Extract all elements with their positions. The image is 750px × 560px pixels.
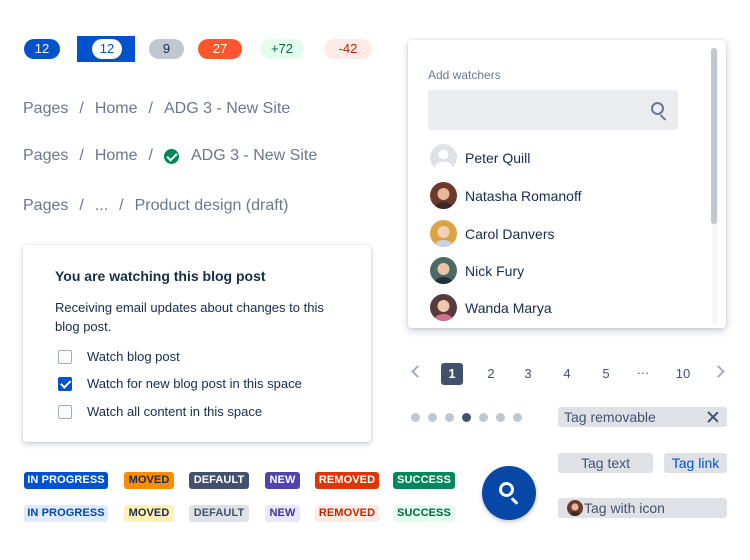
breadcrumb-item[interactable]: Home bbox=[95, 147, 138, 165]
tag-removable: Tag removable bbox=[558, 407, 727, 427]
breadcrumb: Pages / Home / ADG 3 - New Site bbox=[23, 147, 317, 165]
watcher-name: Nick Fury bbox=[465, 262, 525, 279]
watch-option-all-content[interactable]: Watch all content in this space bbox=[58, 404, 262, 419]
badge-default: 9 bbox=[149, 39, 184, 59]
progress-dot[interactable] bbox=[411, 413, 420, 422]
avatar bbox=[430, 257, 457, 284]
checkbox-checked[interactable] bbox=[58, 376, 72, 391]
breadcrumb-separator: / bbox=[79, 197, 84, 214]
breadcrumb-separator: / bbox=[79, 100, 84, 117]
tag-text: Tag text bbox=[558, 453, 653, 473]
watch-option-blog-post[interactable]: Watch blog post bbox=[58, 349, 180, 364]
breadcrumb-item[interactable]: Product design (draft) bbox=[135, 197, 289, 215]
breadcrumb-separator: / bbox=[79, 147, 84, 164]
search-icon bbox=[651, 102, 664, 115]
tag-link[interactable]: Tag link bbox=[664, 453, 727, 473]
lozenge-success: SUCCESS bbox=[393, 472, 455, 489]
badge-removed: -42 bbox=[324, 39, 372, 59]
page-3[interactable]: 3 bbox=[517, 363, 539, 385]
page-ellipsis: … bbox=[636, 362, 650, 377]
watchers-panel: Add watchers Peter Quill Natasha Romanof… bbox=[408, 40, 726, 328]
progress-dot[interactable] bbox=[479, 413, 488, 422]
badge-primary: 12 bbox=[24, 39, 60, 59]
watcher-name: Carol Danvers bbox=[465, 225, 555, 242]
watch-option-new-blog-posts[interactable]: Watch for new blog post in this space bbox=[58, 376, 302, 391]
progress-dot[interactable] bbox=[513, 413, 522, 422]
checkbox[interactable] bbox=[58, 349, 72, 364]
watcher-name: Wanda Marya bbox=[465, 299, 552, 316]
watch-card: You are watching this blog post Receivin… bbox=[23, 245, 371, 442]
watcher-name: Natasha Romanoff bbox=[465, 187, 582, 204]
lozenge-new-subtle: NEW bbox=[265, 505, 300, 522]
lozenge-default: DEFAULT bbox=[189, 472, 249, 489]
lozenge-in-progress: IN PROGRESS bbox=[24, 472, 108, 489]
lozenge-moved: MOVED bbox=[124, 472, 174, 489]
scrollbar-thumb[interactable] bbox=[711, 48, 717, 224]
breadcrumb: Pages / ... / Product design (draft) bbox=[23, 197, 288, 215]
progress-dot[interactable] bbox=[496, 413, 505, 422]
avatar-placeholder bbox=[430, 144, 457, 171]
tag-label: Tag with icon bbox=[584, 500, 665, 516]
checkbox[interactable] bbox=[58, 404, 72, 419]
check-circle-icon bbox=[163, 148, 179, 164]
breadcrumb-item[interactable]: Pages bbox=[23, 197, 68, 215]
lozenge-new: NEW bbox=[265, 472, 300, 489]
checkbox-label: Watch for new blog post in this space bbox=[87, 376, 302, 391]
badge-selected: 12 bbox=[92, 39, 122, 59]
avatar bbox=[567, 500, 583, 516]
watcher-name: Peter Quill bbox=[465, 149, 531, 166]
watchers-search-input[interactable] bbox=[428, 90, 678, 130]
page-4[interactable]: 4 bbox=[556, 363, 578, 385]
close-icon[interactable] bbox=[707, 411, 719, 423]
progress-dot-active[interactable] bbox=[462, 413, 471, 422]
page-2[interactable]: 2 bbox=[480, 363, 502, 385]
avatar bbox=[430, 294, 457, 321]
checkbox-label: Watch blog post bbox=[87, 349, 180, 364]
lozenge-removed-subtle: REMOVED bbox=[315, 505, 379, 522]
badge-important: 27 bbox=[198, 39, 242, 59]
avatar bbox=[430, 182, 457, 209]
page-10[interactable]: 10 bbox=[671, 363, 695, 385]
watch-card-title: You are watching this blog post bbox=[55, 268, 266, 284]
chevron-right-icon[interactable] bbox=[712, 365, 725, 378]
lozenge-success-subtle: SUCCESS bbox=[393, 505, 455, 522]
watcher-item[interactable]: Natasha Romanoff bbox=[430, 182, 581, 209]
avatar bbox=[430, 220, 457, 247]
lozenge-in-progress-subtle: IN PROGRESS bbox=[24, 505, 108, 522]
watcher-item[interactable]: Carol Danvers bbox=[430, 220, 554, 247]
breadcrumb-item[interactable]: Pages bbox=[23, 147, 68, 165]
tag-label: Tag removable bbox=[564, 409, 656, 425]
watchers-title: Add watchers bbox=[428, 68, 501, 82]
breadcrumb-ellipsis[interactable]: ... bbox=[95, 197, 108, 215]
breadcrumb-separator: / bbox=[119, 197, 124, 214]
lozenge-removed: REMOVED bbox=[315, 472, 379, 489]
chevron-left-icon[interactable] bbox=[411, 365, 424, 378]
watcher-item[interactable]: Nick Fury bbox=[430, 257, 524, 284]
breadcrumb-separator: / bbox=[148, 147, 153, 164]
search-button[interactable] bbox=[482, 466, 536, 520]
tag-with-icon: Tag with icon bbox=[558, 498, 727, 518]
watcher-item[interactable]: Wanda Marya bbox=[430, 294, 552, 321]
watch-card-description: Receiving email updates about changes to… bbox=[55, 300, 324, 334]
lozenge-default-subtle: DEFAULT bbox=[189, 505, 249, 522]
search-icon bbox=[499, 482, 514, 497]
checkbox-label: Watch all content in this space bbox=[87, 404, 263, 419]
breadcrumb: Pages / Home / ADG 3 - New Site bbox=[23, 100, 290, 118]
badge-added: +72 bbox=[260, 39, 304, 59]
breadcrumb-item[interactable]: ADG 3 - New Site bbox=[164, 100, 290, 118]
lozenge-moved-subtle: MOVED bbox=[124, 505, 174, 522]
watcher-item[interactable]: Peter Quill bbox=[430, 144, 530, 171]
breadcrumb-separator: / bbox=[148, 100, 153, 117]
breadcrumb-item[interactable]: Pages bbox=[23, 100, 68, 118]
breadcrumb-item[interactable]: Home bbox=[95, 100, 138, 118]
progress-dot[interactable] bbox=[445, 413, 454, 422]
page-1[interactable]: 1 bbox=[441, 363, 463, 385]
page-5[interactable]: 5 bbox=[595, 363, 617, 385]
progress-dot[interactable] bbox=[428, 413, 437, 422]
breadcrumb-item[interactable]: ADG 3 - New Site bbox=[191, 147, 317, 165]
